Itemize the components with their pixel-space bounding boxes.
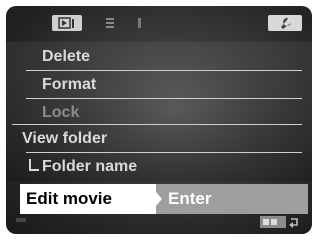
wrench-icon bbox=[281, 17, 291, 29]
menu-item-label: Delete bbox=[42, 48, 91, 65]
menu-item-view-folder[interactable]: View folder bbox=[6, 126, 312, 152]
menu-item-label: Edit movie bbox=[26, 189, 112, 208]
selected-label-box: Edit movie bbox=[20, 184, 156, 214]
menu-item-format[interactable]: Format bbox=[6, 72, 312, 98]
right-arrow-icon bbox=[156, 192, 162, 206]
tab-2-icon bbox=[106, 18, 114, 28]
menu-item-delete[interactable]: Delete bbox=[6, 44, 312, 70]
menu-item-label: Folder name bbox=[42, 158, 138, 175]
menu-item-folder-name[interactable]: Folder name bbox=[6, 154, 312, 180]
menu-item-lock[interactable]: Lock bbox=[6, 100, 312, 126]
menu-item-label: Lock bbox=[42, 104, 80, 121]
divider bbox=[26, 98, 302, 99]
sub-item-connector-icon bbox=[29, 159, 39, 171]
tab-3-icon bbox=[138, 18, 141, 28]
divider bbox=[26, 70, 302, 71]
menu-item-label: View folder bbox=[22, 130, 108, 147]
tab-3[interactable] bbox=[132, 15, 148, 31]
scroll-indicator-icon bbox=[16, 218, 26, 222]
menu-item-value[interactable]: Enter bbox=[168, 184, 211, 214]
menu-item-edit-movie[interactable]: Edit movie Enter bbox=[20, 184, 308, 214]
menu-tab-bar bbox=[6, 6, 312, 38]
camera-screen: Delete Format Lock View folder Folder na… bbox=[0, 0, 318, 240]
divider bbox=[26, 152, 302, 153]
menu-item-label: Format bbox=[42, 76, 97, 93]
tab-2[interactable] bbox=[102, 15, 118, 31]
menu-back-icon bbox=[260, 216, 298, 228]
playback-icon bbox=[58, 17, 74, 29]
lcd-display: Delete Format Lock View folder Folder na… bbox=[6, 6, 312, 234]
tab-playback[interactable] bbox=[52, 15, 82, 31]
divider bbox=[12, 124, 302, 125]
tab-setup[interactable] bbox=[268, 15, 302, 31]
